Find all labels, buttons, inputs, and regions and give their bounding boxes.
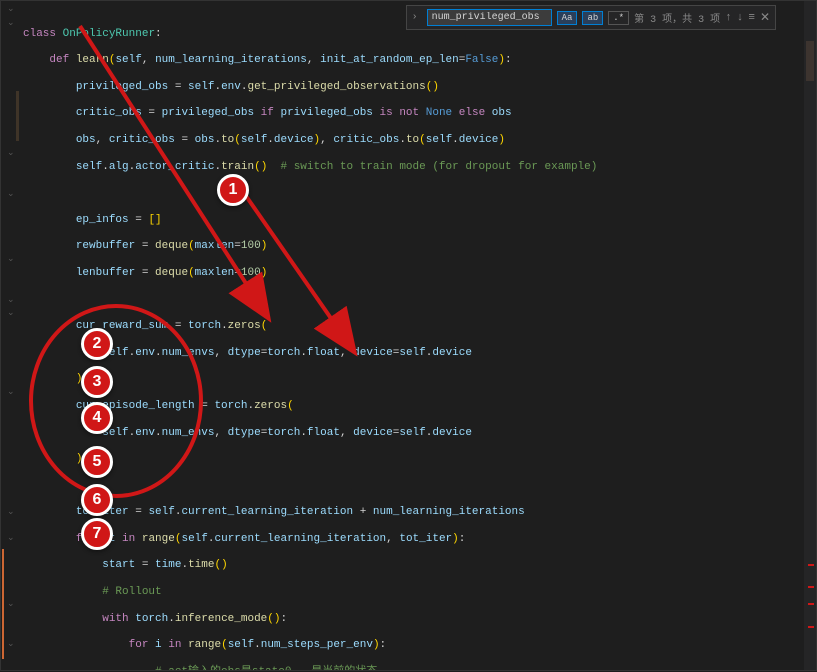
fold-chevron-icon[interactable]: ⌄ bbox=[7, 308, 15, 318]
heat-bar bbox=[2, 549, 4, 659]
fold-chevron-icon[interactable]: ⌄ bbox=[7, 18, 15, 28]
code-area[interactable]: class OnPolicyRunner: def learn(self, nu… bbox=[19, 1, 816, 670]
fold-chevron-icon[interactable]: ⌄ bbox=[7, 599, 15, 609]
fold-chevron-icon[interactable]: ⌄ bbox=[7, 507, 15, 517]
find-input[interactable] bbox=[427, 9, 552, 26]
fold-chevron-icon[interactable]: ⌄ bbox=[7, 254, 15, 264]
find-selection-button[interactable]: ≡ bbox=[748, 12, 755, 24]
find-expand-toggle[interactable]: › bbox=[412, 12, 422, 23]
match-word-toggle[interactable]: ab bbox=[582, 11, 603, 25]
find-results-count: 第 3 项，共 3 项 bbox=[634, 10, 720, 26]
annotation-badge-2: 2 bbox=[81, 328, 113, 360]
fold-chevron-icon[interactable]: ⌄ bbox=[7, 533, 15, 543]
fold-chevron-icon[interactable]: ⌄ bbox=[7, 148, 15, 158]
overview-ruler[interactable] bbox=[804, 1, 816, 670]
find-widget[interactable]: › Aa ab .* 第 3 项，共 3 项 ↑ ↓ ≡ ✕ bbox=[406, 5, 776, 30]
match-case-toggle[interactable]: Aa bbox=[557, 11, 578, 25]
fold-chevron-icon[interactable]: ⌄ bbox=[7, 4, 15, 14]
annotation-badge-6: 6 bbox=[81, 484, 113, 516]
fold-chevron-icon[interactable]: ⌄ bbox=[7, 639, 15, 649]
find-next-button[interactable]: ↓ bbox=[737, 12, 744, 24]
annotation-badge-4: 4 bbox=[81, 402, 113, 434]
annotation-badge-7: 7 bbox=[81, 518, 113, 550]
regex-toggle[interactable]: .* bbox=[608, 11, 629, 25]
fold-chevron-icon[interactable]: ⌄ bbox=[7, 295, 15, 305]
gutter: ⌄ ⌄ ⌄ ⌄ ⌄ ⌄ ⌄ ⌄ ⌄ ⌄ ⌄ ⌄ bbox=[1, 1, 19, 670]
find-prev-button[interactable]: ↑ bbox=[725, 12, 732, 24]
fold-chevron-icon[interactable]: ⌄ bbox=[7, 387, 15, 397]
annotation-badge-5: 5 bbox=[81, 446, 113, 478]
annotation-badge-3: 3 bbox=[81, 366, 113, 398]
fold-chevron-icon[interactable]: ⌄ bbox=[7, 189, 15, 199]
find-close-button[interactable]: ✕ bbox=[760, 10, 770, 25]
annotation-badge-1: 1 bbox=[217, 174, 249, 206]
code-editor[interactable]: ⌄ ⌄ ⌄ ⌄ ⌄ ⌄ ⌄ ⌄ ⌄ ⌄ ⌄ ⌄ class OnPolicyRu… bbox=[1, 1, 816, 670]
